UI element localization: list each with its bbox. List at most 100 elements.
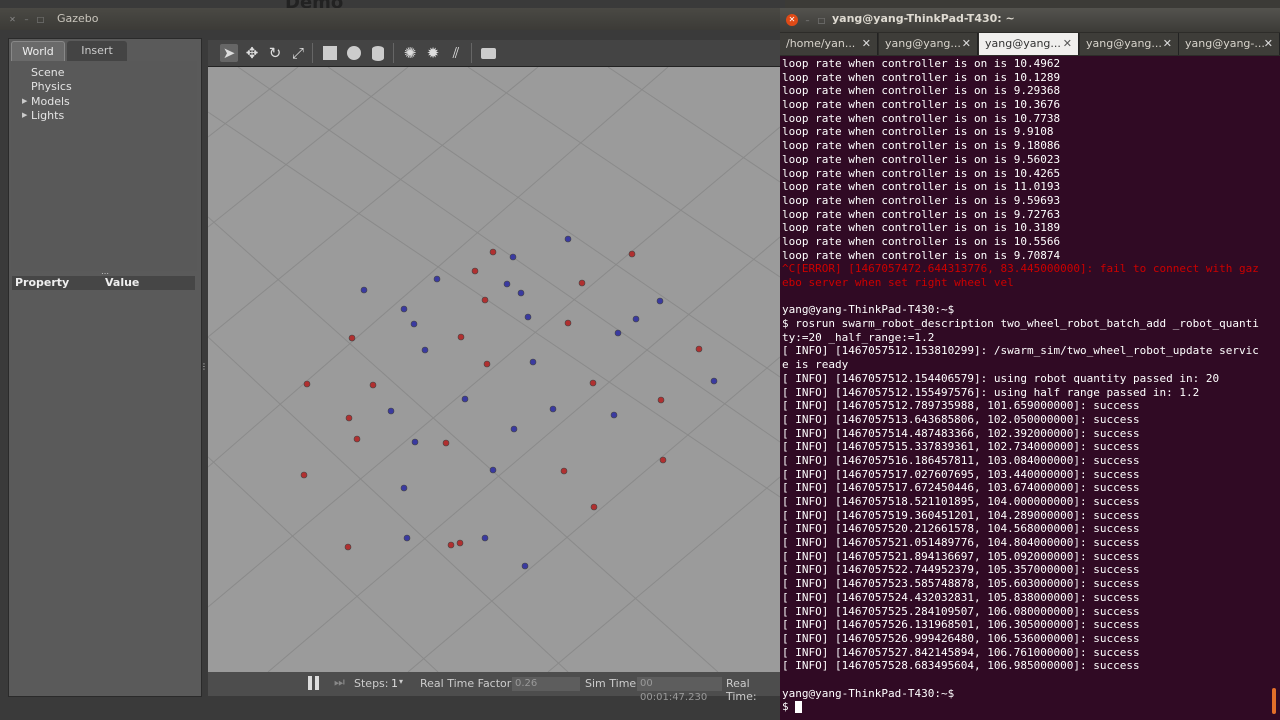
tab-world[interactable]: World xyxy=(11,41,65,62)
maximize-icon[interactable]: □ xyxy=(36,15,45,24)
terminal-tab-5[interactable]: yang@yang-... ✕ xyxy=(1179,33,1280,55)
robot-marker[interactable] xyxy=(659,456,667,464)
close-icon[interactable]: ✕ xyxy=(1163,33,1172,55)
terminal-line: loop rate when controller is on is 10.12… xyxy=(782,70,1061,84)
robot-marker[interactable] xyxy=(509,253,517,261)
robot-marker[interactable] xyxy=(517,289,525,297)
close-icon[interactable]: ✕ xyxy=(862,33,871,55)
robot-marker[interactable] xyxy=(403,534,411,542)
robot-marker[interactable] xyxy=(360,286,368,294)
robot-marker[interactable] xyxy=(489,466,497,474)
robot-marker[interactable] xyxy=(529,358,537,366)
robot-marker[interactable] xyxy=(442,439,450,447)
robot-marker[interactable] xyxy=(410,320,418,328)
robot-marker[interactable] xyxy=(348,334,356,342)
robot-marker[interactable] xyxy=(564,235,572,243)
spot-light-icon[interactable]: ✹ xyxy=(424,44,442,62)
scrollbar-thumb[interactable] xyxy=(1272,688,1276,714)
tab-insert[interactable]: Insert xyxy=(67,41,127,61)
close-icon[interactable]: ✕ xyxy=(8,15,17,24)
close-icon[interactable]: ✕ xyxy=(1063,33,1072,55)
sidebar-splitter[interactable]: ⋮ xyxy=(200,362,208,371)
robot-marker[interactable] xyxy=(610,411,618,419)
terminal-tab-3[interactable]: yang@yang... ✕ xyxy=(979,33,1079,55)
tree-item-lights[interactable]: ▶ Lights xyxy=(22,109,64,122)
terminal-line: loop rate when controller is on is 9.293… xyxy=(782,84,1061,98)
robot-marker[interactable] xyxy=(344,543,352,551)
robot-marker[interactable] xyxy=(447,541,455,549)
robot-marker[interactable] xyxy=(433,275,441,283)
gazebo-3d-viewport[interactable] xyxy=(208,67,780,672)
robot-marker[interactable] xyxy=(628,250,636,258)
robot-marker[interactable] xyxy=(353,435,361,443)
robot-marker[interactable] xyxy=(411,438,419,446)
robot-marker[interactable] xyxy=(564,319,572,327)
robot-marker[interactable] xyxy=(400,305,408,313)
cylinder-icon[interactable] xyxy=(369,44,387,62)
chevron-down-icon[interactable]: ▾ xyxy=(399,677,403,686)
robot-marker[interactable] xyxy=(400,484,408,492)
maximize-icon[interactable]: □ xyxy=(817,16,826,25)
robot-marker[interactable] xyxy=(369,381,377,389)
robot-marker[interactable] xyxy=(387,407,395,415)
robot-marker[interactable] xyxy=(521,562,529,570)
robot-marker[interactable] xyxy=(589,379,597,387)
robot-marker[interactable] xyxy=(489,248,497,256)
directional-light-icon[interactable]: ⫽ xyxy=(447,44,465,62)
robot-marker[interactable] xyxy=(483,360,491,368)
robot-marker[interactable] xyxy=(549,405,557,413)
robot-marker[interactable] xyxy=(481,534,489,542)
terminal-tab-2[interactable]: yang@yang... ✕ xyxy=(879,33,978,55)
robot-marker[interactable] xyxy=(345,414,353,422)
robot-marker[interactable] xyxy=(471,267,479,275)
step-icon[interactable]: ⏭ xyxy=(334,675,345,690)
steps-value[interactable]: 1 xyxy=(391,677,398,690)
robot-marker[interactable] xyxy=(457,333,465,341)
close-icon[interactable]: ✕ xyxy=(786,14,798,26)
scene-svg[interactable] xyxy=(208,67,780,672)
expand-arrow-icon[interactable]: ▶ xyxy=(22,111,27,119)
close-icon[interactable]: ✕ xyxy=(962,33,971,55)
tree-item-models[interactable]: ▶ Models xyxy=(22,95,70,108)
close-icon[interactable]: ✕ xyxy=(1264,33,1273,55)
terminal-tab-4[interactable]: yang@yang... ✕ xyxy=(1080,33,1179,55)
robot-marker[interactable] xyxy=(510,425,518,433)
robot-marker[interactable] xyxy=(578,279,586,287)
robot-marker[interactable] xyxy=(456,539,464,547)
robot-marker[interactable] xyxy=(461,395,469,403)
gazebo-titlebar[interactable]: ✕ – □ Gazebo xyxy=(0,8,785,30)
minimize-icon[interactable]: – xyxy=(803,16,812,25)
translate-icon[interactable]: ✥ xyxy=(243,44,261,62)
expand-arrow-icon[interactable]: ▶ xyxy=(22,97,27,105)
screenshot-icon[interactable] xyxy=(480,44,498,62)
robot-marker[interactable] xyxy=(303,380,311,388)
minimize-icon[interactable]: – xyxy=(22,15,31,24)
robot-marker[interactable] xyxy=(590,503,598,511)
pause-icon[interactable] xyxy=(308,676,320,690)
robot-marker[interactable] xyxy=(300,471,308,479)
robot-marker[interactable] xyxy=(481,296,489,304)
robot-marker[interactable] xyxy=(710,377,718,385)
terminal-scrollbar[interactable] xyxy=(1272,58,1278,718)
tree-item-physics[interactable]: Physics xyxy=(31,80,72,93)
tree-item-scene[interactable]: Scene xyxy=(31,66,65,79)
robot-marker[interactable] xyxy=(524,313,532,321)
sphere-icon[interactable] xyxy=(345,44,363,62)
robot-marker[interactable] xyxy=(656,297,664,305)
robot-marker[interactable] xyxy=(632,315,640,323)
box-icon[interactable] xyxy=(321,44,339,62)
point-light-icon[interactable]: ✺ xyxy=(401,44,419,62)
robot-marker[interactable] xyxy=(421,346,429,354)
scale-icon[interactable]: ⤢ xyxy=(289,44,307,62)
terminal-line: [ INFO] [1467057526.131968501, 106.30500… xyxy=(782,618,1140,632)
terminal-tab-1[interactable]: /home/yan... ✕ xyxy=(780,33,878,55)
robot-marker[interactable] xyxy=(560,467,568,475)
robot-marker[interactable] xyxy=(657,396,665,404)
robot-marker[interactable] xyxy=(614,329,622,337)
robot-marker[interactable] xyxy=(503,280,511,288)
robot-marker[interactable] xyxy=(695,345,703,353)
rotate-icon[interactable]: ↻ xyxy=(266,44,284,62)
terminal-output[interactable]: loop rate when controller is on is 10.49… xyxy=(782,57,1278,717)
terminal-titlebar[interactable]: ✕ – □ yang@yang-ThinkPad-T430: ~ xyxy=(780,8,1280,32)
select-arrow-icon[interactable]: ➤ xyxy=(220,44,238,62)
